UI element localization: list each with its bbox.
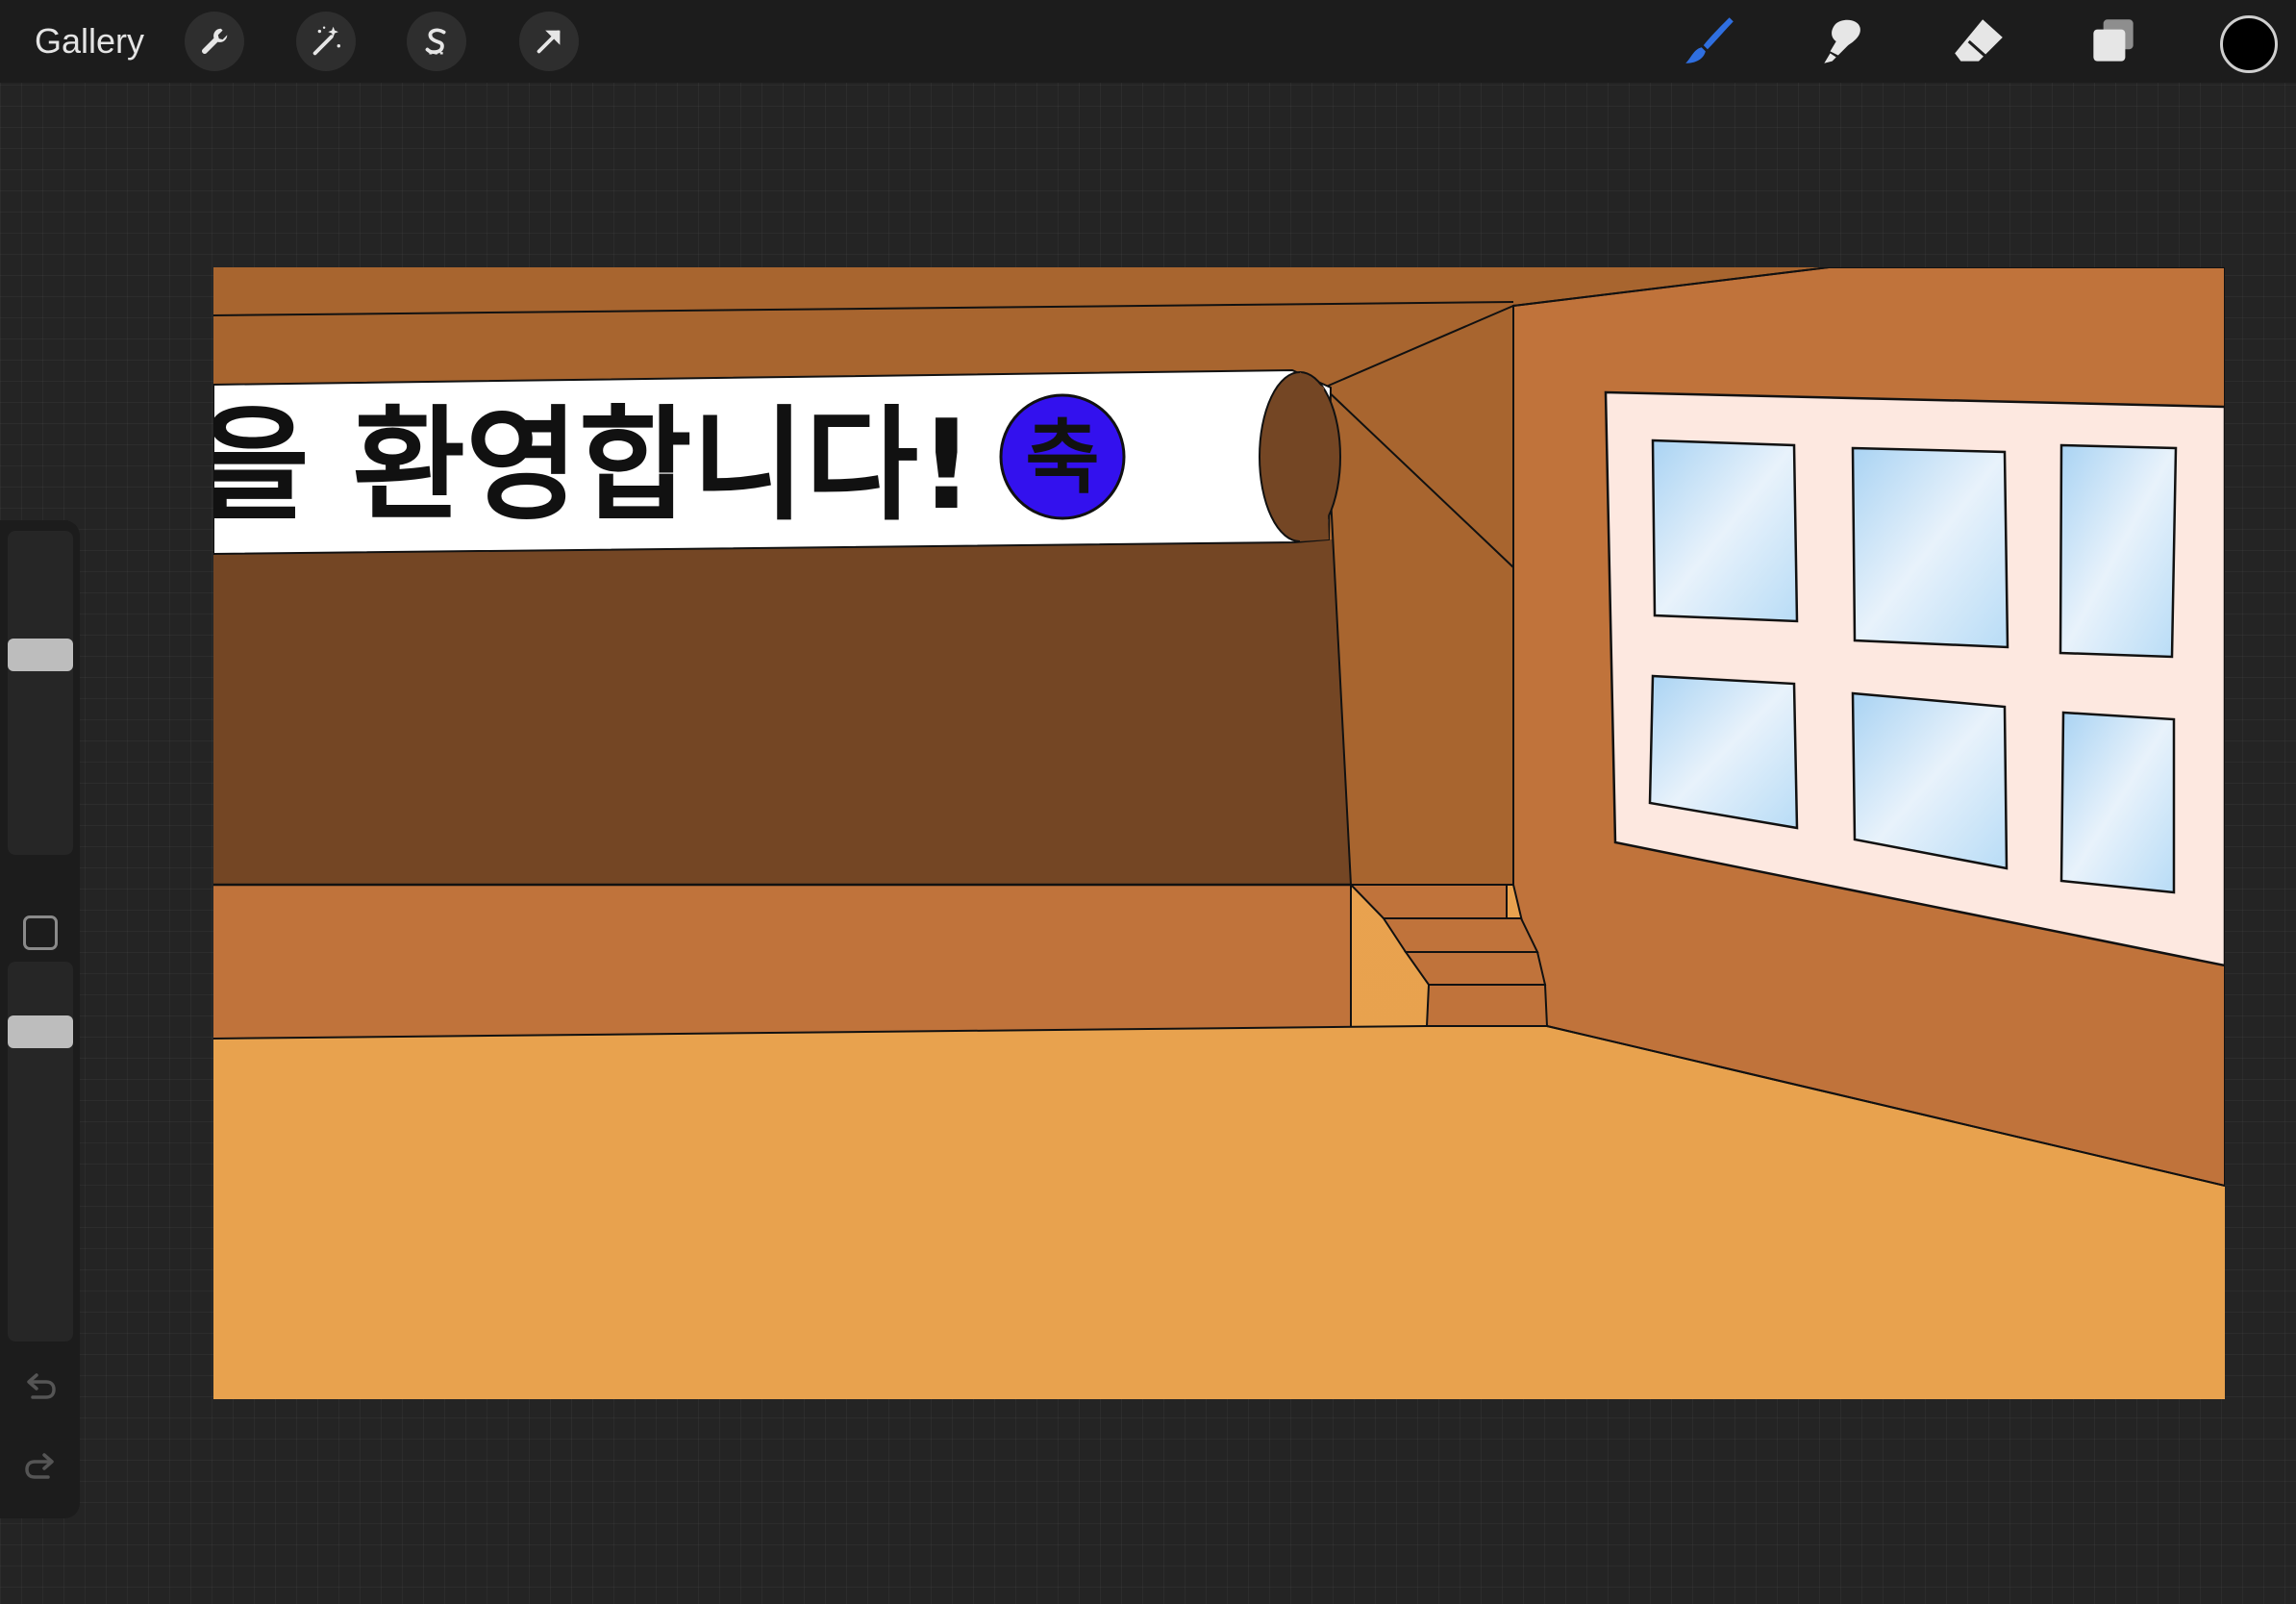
brush-icon (1685, 17, 1734, 63)
redo-button[interactable] (17, 1444, 63, 1491)
modify-button[interactable] (21, 914, 60, 952)
back-wall-base (213, 885, 1351, 1039)
gallery-button[interactable]: Gallery (35, 17, 144, 65)
brush-opacity-slider[interactable] (8, 962, 73, 1341)
selection-button[interactable] (407, 12, 466, 71)
actions-button[interactable] (185, 12, 244, 71)
undo-button[interactable] (17, 1365, 63, 1411)
smudge-finger-icon (1824, 19, 1860, 63)
banner-text: 을 환영합니다! (213, 394, 975, 538)
brush-tool-button[interactable] (1676, 8, 1743, 75)
arrow-cursor-icon (537, 30, 561, 54)
top-toolbar: Gallery (0, 0, 2296, 83)
layers-icon (2093, 19, 2134, 62)
brush-size-thumb[interactable] (8, 639, 73, 672)
eraser-icon (1955, 19, 2003, 62)
badge-text: 축 (1025, 411, 1099, 505)
pillar (1322, 304, 1514, 886)
color-swatch[interactable] (2220, 15, 2278, 73)
stage-shadow (213, 539, 1351, 885)
brush-size-slider[interactable] (8, 531, 73, 855)
wrench-icon (202, 28, 228, 54)
adjustments-button[interactable] (296, 12, 356, 71)
magic-wand-icon (312, 26, 341, 56)
selection-s-icon (425, 28, 446, 55)
redo-arrow-icon (25, 1453, 54, 1479)
layers-button[interactable] (2080, 8, 2147, 75)
undo-arrow-icon (27, 1373, 56, 1399)
eraser-tool-button[interactable] (1945, 8, 2012, 75)
square-icon (23, 915, 58, 950)
smudge-tool-button[interactable] (1810, 8, 1878, 75)
drawing-canvas[interactable]: 을 환영합니다! 축 (213, 267, 2225, 1399)
transform-button[interactable] (519, 12, 579, 71)
brush-opacity-thumb[interactable] (8, 1015, 73, 1049)
